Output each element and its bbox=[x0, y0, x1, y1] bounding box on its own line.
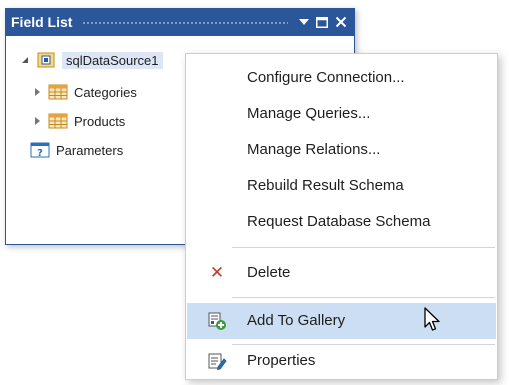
panel-title: Field List bbox=[11, 14, 73, 30]
tree-node-datasource[interactable]: sqlDataSource1 bbox=[18, 49, 163, 71]
svg-text:?: ? bbox=[37, 148, 43, 158]
maximize-icon[interactable] bbox=[312, 12, 332, 32]
tree-node-label: Parameters bbox=[56, 142, 124, 158]
menu-item-properties[interactable]: Properties bbox=[187, 343, 496, 379]
close-icon[interactable] bbox=[331, 12, 351, 32]
delete-icon: ✕ bbox=[209, 263, 225, 283]
menu-item-rebuild-result-schema[interactable]: Rebuild Result Schema bbox=[187, 168, 496, 204]
menu-item-label: Rebuild Result Schema bbox=[247, 177, 404, 194]
menu-item-label: Manage Queries... bbox=[247, 105, 371, 122]
datasource-icon bbox=[36, 51, 56, 69]
tree-node-categories[interactable]: Categories bbox=[30, 81, 137, 103]
expand-triangle-icon[interactable] bbox=[30, 114, 44, 128]
menu-item-label: Properties bbox=[247, 352, 316, 369]
add-to-gallery-icon bbox=[207, 311, 227, 331]
tree-node-parameters[interactable]: ? Parameters bbox=[30, 139, 123, 161]
table-icon bbox=[48, 112, 68, 130]
menu-item-manage-relations[interactable]: Manage Relations... bbox=[187, 132, 496, 168]
menu-item-label: Request Database Schema bbox=[247, 213, 431, 230]
title-bar-grip[interactable] bbox=[82, 21, 288, 25]
properties-icon bbox=[207, 351, 227, 371]
menu-item-label: Delete bbox=[247, 264, 291, 281]
tree-node-label: Categories bbox=[74, 84, 137, 100]
menu-item-label: Manage Relations... bbox=[247, 141, 381, 158]
panel-title-bar[interactable]: Field List bbox=[6, 9, 354, 36]
menu-item-configure-connection[interactable]: Configure Connection... bbox=[187, 60, 496, 96]
tree-node-products[interactable]: Products bbox=[30, 110, 125, 132]
context-menu: Configure Connection... Manage Queries..… bbox=[185, 53, 498, 380]
expand-triangle-icon[interactable] bbox=[30, 85, 44, 99]
datasource-label: sqlDataSource1 bbox=[62, 51, 163, 69]
table-icon bbox=[48, 83, 68, 101]
menu-item-request-database-schema[interactable]: Request Database Schema bbox=[187, 204, 496, 240]
menu-separator bbox=[232, 297, 495, 298]
menu-item-label: Add To Gallery bbox=[247, 312, 346, 329]
menu-item-manage-queries[interactable]: Manage Queries... bbox=[187, 96, 496, 132]
menu-item-delete[interactable]: ✕ Delete bbox=[187, 255, 496, 291]
collapse-triangle-icon[interactable] bbox=[18, 53, 32, 67]
tree-node-label: Products bbox=[74, 113, 126, 129]
dropdown-arrow-icon[interactable] bbox=[294, 12, 314, 32]
mouse-cursor-icon bbox=[423, 307, 443, 333]
menu-item-label: Configure Connection... bbox=[247, 69, 405, 86]
parameters-icon: ? bbox=[30, 141, 50, 159]
menu-item-add-to-gallery[interactable]: Add To Gallery bbox=[187, 303, 496, 339]
menu-separator bbox=[232, 247, 495, 248]
